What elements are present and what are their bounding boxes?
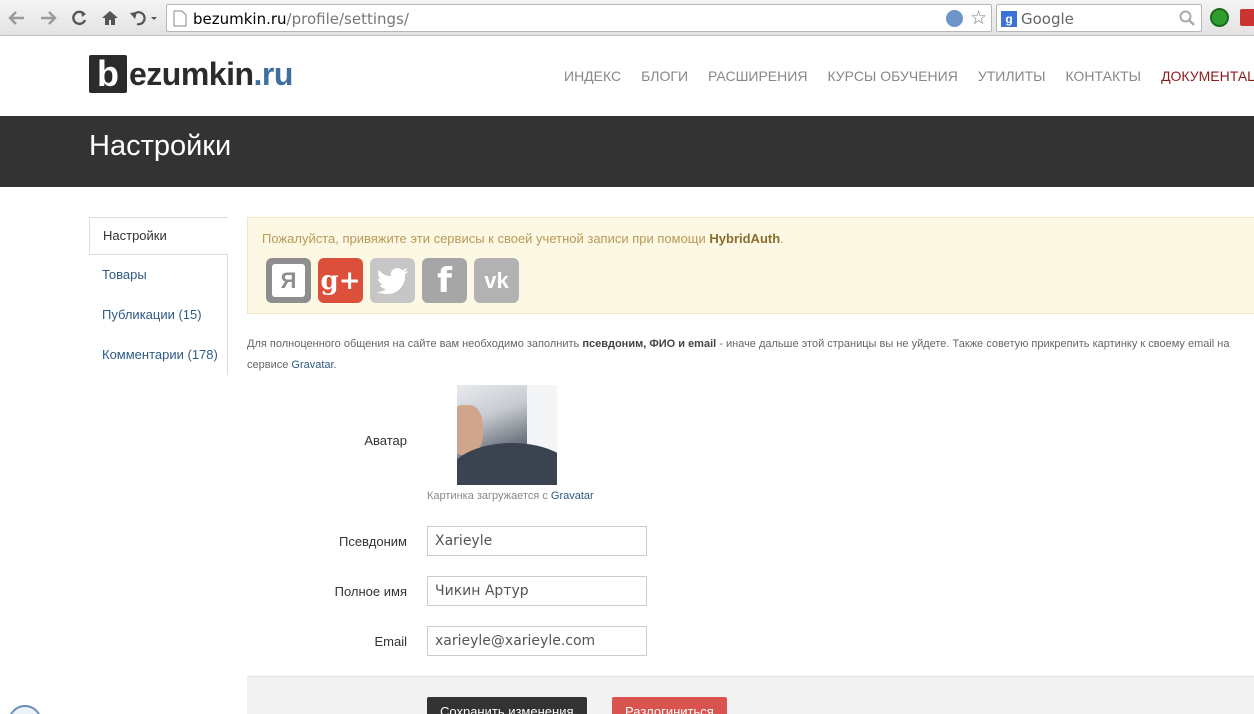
nav-extensions[interactable]: Расширения — [708, 68, 807, 84]
nav-documentation[interactable]: ДОКУМЕНТАЦИЯ → — [1161, 68, 1254, 84]
top-navigation: Индекс Блоги Расширения Курсы обучения У… — [564, 68, 1254, 84]
google-icon: g — [1001, 11, 1017, 27]
nav-contacts[interactable]: Контакты — [1066, 68, 1142, 84]
reload-icon[interactable] — [68, 7, 90, 29]
page-icon — [173, 10, 187, 27]
nav-utilities[interactable]: Утилиты — [978, 68, 1046, 84]
email-label: Email — [374, 634, 407, 649]
browser-toolbar: bezumkin.ru/profile/settings/ ☆ g Google — [0, 0, 1254, 36]
intro-text: Для полноценного общения на сайте вам не… — [247, 338, 1230, 371]
sidebar-item-products[interactable]: Товары — [89, 255, 228, 295]
sidebar-item-settings[interactable]: Настройки — [89, 217, 228, 255]
history-icon[interactable] — [128, 7, 160, 29]
sidebar: Настройки Товары Публикации (15) Коммент… — [89, 217, 228, 375]
yandex-icon[interactable]: Я — [266, 258, 311, 303]
extension-icon[interactable] — [1210, 8, 1229, 27]
nickname-input[interactable]: Xarieyle — [427, 526, 647, 556]
star-icon[interactable]: ☆ — [970, 7, 987, 30]
form-actions: Сохранить изменения Разлогиниться — [247, 676, 1254, 714]
avatar-label: Аватар — [364, 433, 407, 448]
extension-icon[interactable] — [1240, 9, 1254, 26]
sidebar-item-publications[interactable]: Публикации (15) — [89, 295, 228, 335]
nav-courses[interactable]: Курсы обучения — [827, 68, 957, 84]
site-logo[interactable]: b ezumkin.ru — [89, 55, 293, 93]
save-button[interactable]: Сохранить изменения — [427, 697, 587, 714]
logout-button[interactable]: Разлогиниться — [612, 697, 727, 714]
avatar — [457, 385, 557, 485]
email-input[interactable]: xarieyle@xarieyle.com — [427, 626, 647, 656]
alert-message: Пожалуйста, привяжите эти сервисы к свое… — [262, 231, 784, 246]
fullname-label: Полное имя — [334, 584, 407, 599]
home-icon[interactable] — [99, 7, 121, 29]
page-title: Настройки — [89, 130, 232, 162]
lightning-icon[interactable] — [946, 10, 963, 27]
twitter-icon[interactable] — [370, 258, 415, 303]
hybridauth-alert: Пожалуйста, привяжите эти сервисы к свое… — [247, 217, 1254, 314]
forward-icon[interactable] — [37, 7, 59, 29]
fullname-input[interactable]: Чикин Артур — [427, 576, 647, 606]
nickname-label: Псевдоним — [338, 534, 407, 549]
search-box[interactable]: g Google — [996, 4, 1202, 32]
avatar-note: Картинка загружается с Gravatar — [427, 490, 594, 502]
address-bar[interactable]: bezumkin.ru/profile/settings/ ☆ — [166, 4, 992, 32]
nav-index[interactable]: Индекс — [564, 68, 621, 84]
google-plus-icon[interactable]: g+ — [318, 258, 363, 303]
search-icon[interactable] — [1179, 10, 1195, 26]
avatar-gravatar-link[interactable]: Gravatar — [551, 490, 594, 502]
search-placeholder: Google — [1021, 10, 1074, 28]
facebook-icon[interactable]: f — [422, 258, 467, 303]
site-header: b ezumkin.ru Индекс Блоги Расширения Кур… — [0, 37, 1254, 116]
url-text: bezumkin.ru/profile/settings/ — [193, 10, 409, 28]
nav-blogs[interactable]: Блоги — [641, 68, 688, 84]
scroll-top-icon[interactable] — [8, 705, 42, 714]
gravatar-link[interactable]: Gravatar — [291, 359, 333, 371]
title-bar: Настройки — [0, 116, 1254, 187]
back-icon[interactable] — [6, 7, 28, 29]
vk-icon[interactable]: vk — [474, 258, 519, 303]
sidebar-item-comments[interactable]: Комментарии (178) — [89, 335, 228, 375]
